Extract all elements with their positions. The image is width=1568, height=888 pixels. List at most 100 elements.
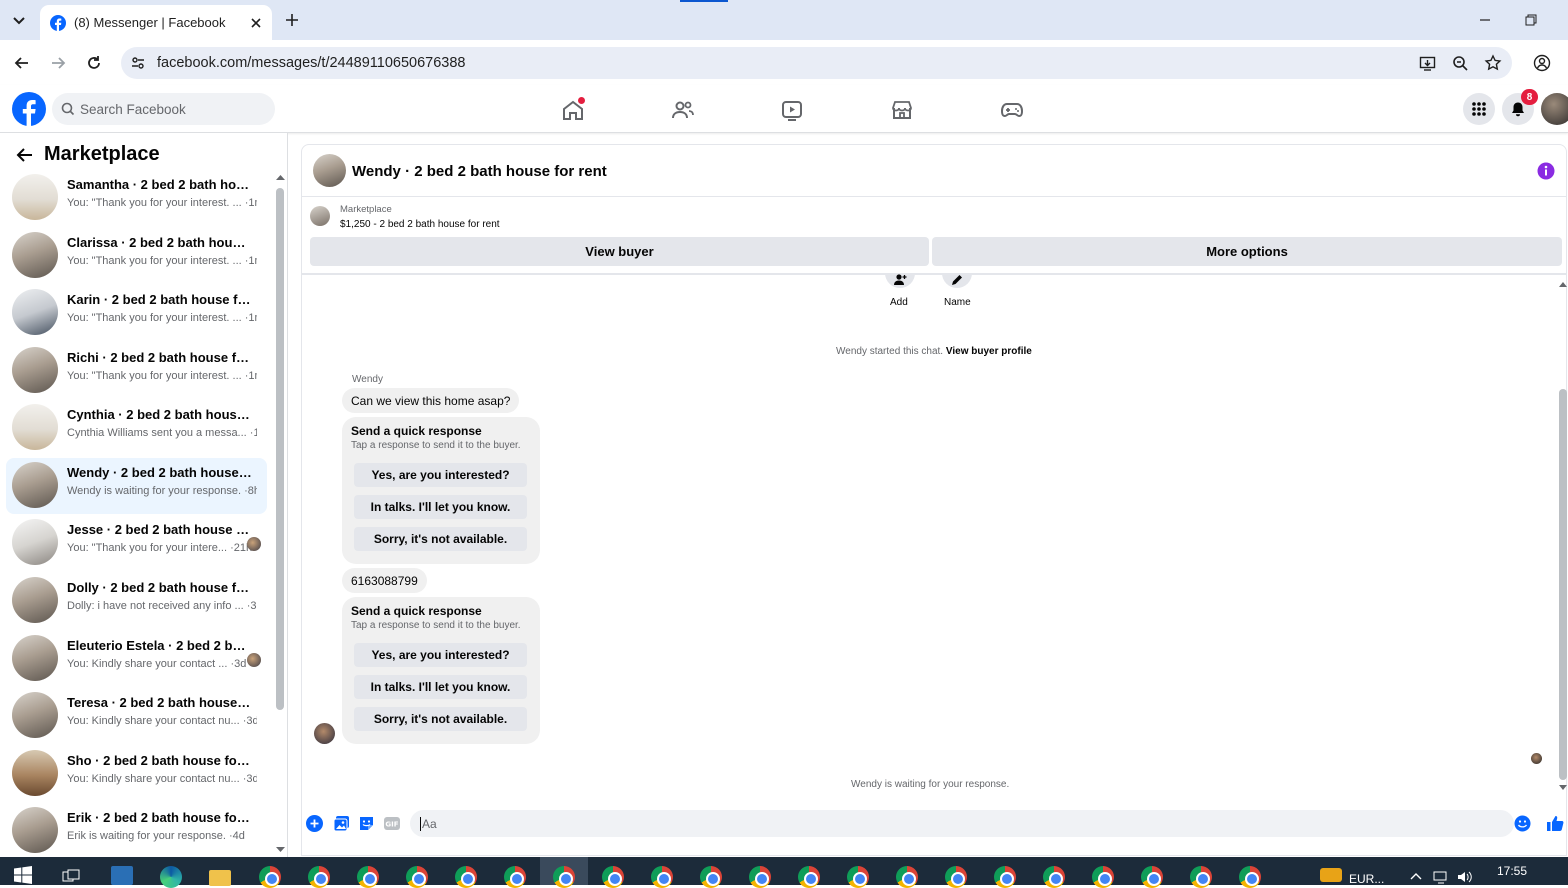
more-options-button[interactable]: More options xyxy=(932,237,1562,266)
view-buyer-profile-link[interactable]: View buyer profile xyxy=(946,346,1032,357)
chat-scroll-up-icon[interactable] xyxy=(1559,281,1567,287)
conversation-name: Erik · 2 bed 2 bath house for rent xyxy=(67,810,252,825)
add-person-icon xyxy=(893,274,907,286)
network-icon[interactable] xyxy=(1433,870,1449,884)
tab-title: (8) Messenger | Facebook xyxy=(74,15,226,30)
sidebar-conversation[interactable]: Karin · 2 bed 2 bath house for r... You: … xyxy=(6,285,267,341)
photo-attach-icon[interactable] xyxy=(333,815,350,832)
zoom-icon[interactable] xyxy=(1452,55,1469,72)
conversation-name: Karin · 2 bed 2 bath house for r... xyxy=(67,292,252,307)
listing-thumbnail[interactable] xyxy=(310,206,330,226)
forward-icon[interactable] xyxy=(49,54,67,72)
conversation-avatar xyxy=(12,635,58,681)
sidebar-conversation[interactable]: Teresa · 2 bed 2 bath house for ... You: … xyxy=(6,688,267,744)
emoji-icon[interactable] xyxy=(1514,815,1531,832)
taskbar-clock[interactable]: 17:55 xyxy=(1497,864,1527,878)
sidebar-conversation[interactable]: Wendy · 2 bed 2 bath house for... Wendy i… xyxy=(6,458,267,514)
seen-avatar xyxy=(247,537,261,551)
text-cursor xyxy=(420,816,421,831)
sidebar-conversation[interactable]: Jesse · 2 bed 2 bath house fo... You: "Th… xyxy=(6,515,267,571)
volume-icon[interactable] xyxy=(1457,870,1473,884)
file-explorer-icon[interactable] xyxy=(209,870,231,886)
read-receipt-avatar xyxy=(1531,753,1542,764)
thumbs-up-icon[interactable] xyxy=(1546,814,1564,832)
marketplace-nav-icon[interactable] xyxy=(890,98,914,122)
sidebar-conversation[interactable]: Erik · 2 bed 2 bath house for rent Erik i… xyxy=(6,803,267,859)
conversation-avatar xyxy=(12,462,58,508)
tab-list-chevron-icon[interactable] xyxy=(10,11,28,29)
account-avatar[interactable] xyxy=(1541,93,1568,125)
profile-icon[interactable] xyxy=(1533,54,1551,72)
gif-icon[interactable]: GIF xyxy=(383,815,401,832)
quick-response-option[interactable]: Sorry, it's not available. xyxy=(354,527,527,551)
conversation-name: Jesse · 2 bed 2 bath house fo... xyxy=(67,522,252,537)
message-bubble[interactable]: 6163088799 xyxy=(342,568,427,593)
tab-search-indicator xyxy=(680,0,728,2)
site-info-icon[interactable] xyxy=(130,55,146,71)
back-arrow-icon[interactable] xyxy=(15,145,35,165)
currency-widget-icon[interactable] xyxy=(1320,868,1342,882)
quick-response-title: Send a quick response xyxy=(351,424,482,438)
task-view-icon[interactable] xyxy=(62,869,80,885)
bookmark-star-icon[interactable] xyxy=(1484,54,1502,72)
view-buyer-button[interactable]: View buyer xyxy=(310,237,929,266)
quick-response-option[interactable]: In talks. I'll let you know. xyxy=(354,495,527,519)
chat-scroll-down-icon[interactable] xyxy=(1559,785,1567,791)
quick-response-option[interactable]: Yes, are you interested? xyxy=(354,463,527,487)
sidebar-conversation[interactable]: Clarissa · 2 bed 2 bath house fo... You: … xyxy=(6,228,267,284)
address-bar[interactable]: facebook.com/messages/t/2448911065067638… xyxy=(121,47,1512,79)
chat-scrollbar[interactable] xyxy=(1559,389,1567,780)
pencil-icon xyxy=(951,274,963,286)
browser-tab-messenger[interactable]: (8) Messenger | Facebook xyxy=(40,5,272,40)
sidebar-scroll-up-icon[interactable] xyxy=(276,174,285,180)
sidebar-conversation[interactable]: Sho · 2 bed 2 bath house for rent You: Ki… xyxy=(6,746,267,802)
sticker-icon[interactable] xyxy=(358,815,375,832)
sidebar-conversation[interactable]: Cynthia · 2 bed 2 bath house fo... Cynthi… xyxy=(6,400,267,456)
gaming-nav-icon[interactable] xyxy=(1000,98,1024,122)
video-nav-icon[interactable] xyxy=(780,98,804,122)
facebook-logo-icon[interactable] xyxy=(12,92,46,126)
quick-response-option[interactable]: Sorry, it's not available. xyxy=(354,707,527,731)
reload-icon[interactable] xyxy=(85,54,103,72)
quick-response-option[interactable]: In talks. I'll let you know. xyxy=(354,675,527,699)
plus-actions-icon[interactable] xyxy=(306,815,323,832)
sidebar-scroll-down-icon[interactable] xyxy=(276,847,285,853)
menu-grid-button[interactable] xyxy=(1463,93,1495,125)
conversation-avatar xyxy=(12,577,58,623)
conversation-name: Cynthia · 2 bed 2 bath house fo... xyxy=(67,407,252,422)
conversation-avatar xyxy=(12,404,58,450)
conversation-avatar xyxy=(12,347,58,393)
tray-chevron-icon[interactable] xyxy=(1410,872,1422,880)
conversation-name: Sho · 2 bed 2 bath house for rent xyxy=(67,753,252,768)
conversation-avatar xyxy=(12,519,58,565)
message-bubble[interactable]: Can we view this home asap? xyxy=(342,388,520,413)
install-app-icon[interactable] xyxy=(1419,55,1436,72)
conversation-info-icon[interactable] xyxy=(1537,162,1555,180)
new-tab-icon[interactable] xyxy=(284,12,300,28)
sidebar-conversation[interactable]: Dolly · 2 bed 2 bath house for r... Dolly… xyxy=(6,573,267,629)
restore-window-icon[interactable] xyxy=(1524,13,1538,27)
conversation-name: Samantha · 2 bed 2 bath house ... xyxy=(67,177,252,192)
sidebar-scrollbar[interactable] xyxy=(276,188,284,710)
conversation-avatar xyxy=(12,289,58,335)
chat-title[interactable]: Wendy · 2 bed 2 bath house for rent xyxy=(352,163,607,180)
quick-response-option[interactable]: Yes, are you interested? xyxy=(354,643,527,667)
minimize-window-icon[interactable] xyxy=(1478,13,1492,27)
message-input[interactable]: Aa xyxy=(410,810,1514,837)
sidebar-conversation[interactable]: Samantha · 2 bed 2 bath house ... You: "T… xyxy=(6,170,267,226)
currency-widget-text[interactable]: EUR... xyxy=(1349,872,1384,886)
conversation-snippet: Dolly: i have not received any info ... … xyxy=(67,600,257,612)
conversation-snippet: You: "Thank you for your interest. ... ·… xyxy=(67,370,257,382)
chat-header-avatar[interactable] xyxy=(313,154,346,187)
conversation-snippet: You: "Thank you for your interest. ... ·… xyxy=(67,255,257,267)
taskbar-app-icon[interactable] xyxy=(111,866,133,885)
windows-start-icon[interactable] xyxy=(14,866,32,884)
friends-nav-icon[interactable] xyxy=(671,98,695,122)
facebook-search-input[interactable]: Search Facebook xyxy=(52,93,275,125)
back-icon[interactable] xyxy=(13,54,31,72)
tab-close-icon[interactable] xyxy=(250,17,262,29)
sidebar-conversation[interactable]: Eleuterio Estela · 2 bed 2 bat... You: Ki… xyxy=(6,631,267,687)
sender-avatar[interactable] xyxy=(314,723,335,744)
sidebar-conversation[interactable]: Richi · 2 bed 2 bath house for re... You:… xyxy=(6,343,267,399)
listing-title[interactable]: $1,250 - 2 bed 2 bath house for rent xyxy=(340,219,500,230)
